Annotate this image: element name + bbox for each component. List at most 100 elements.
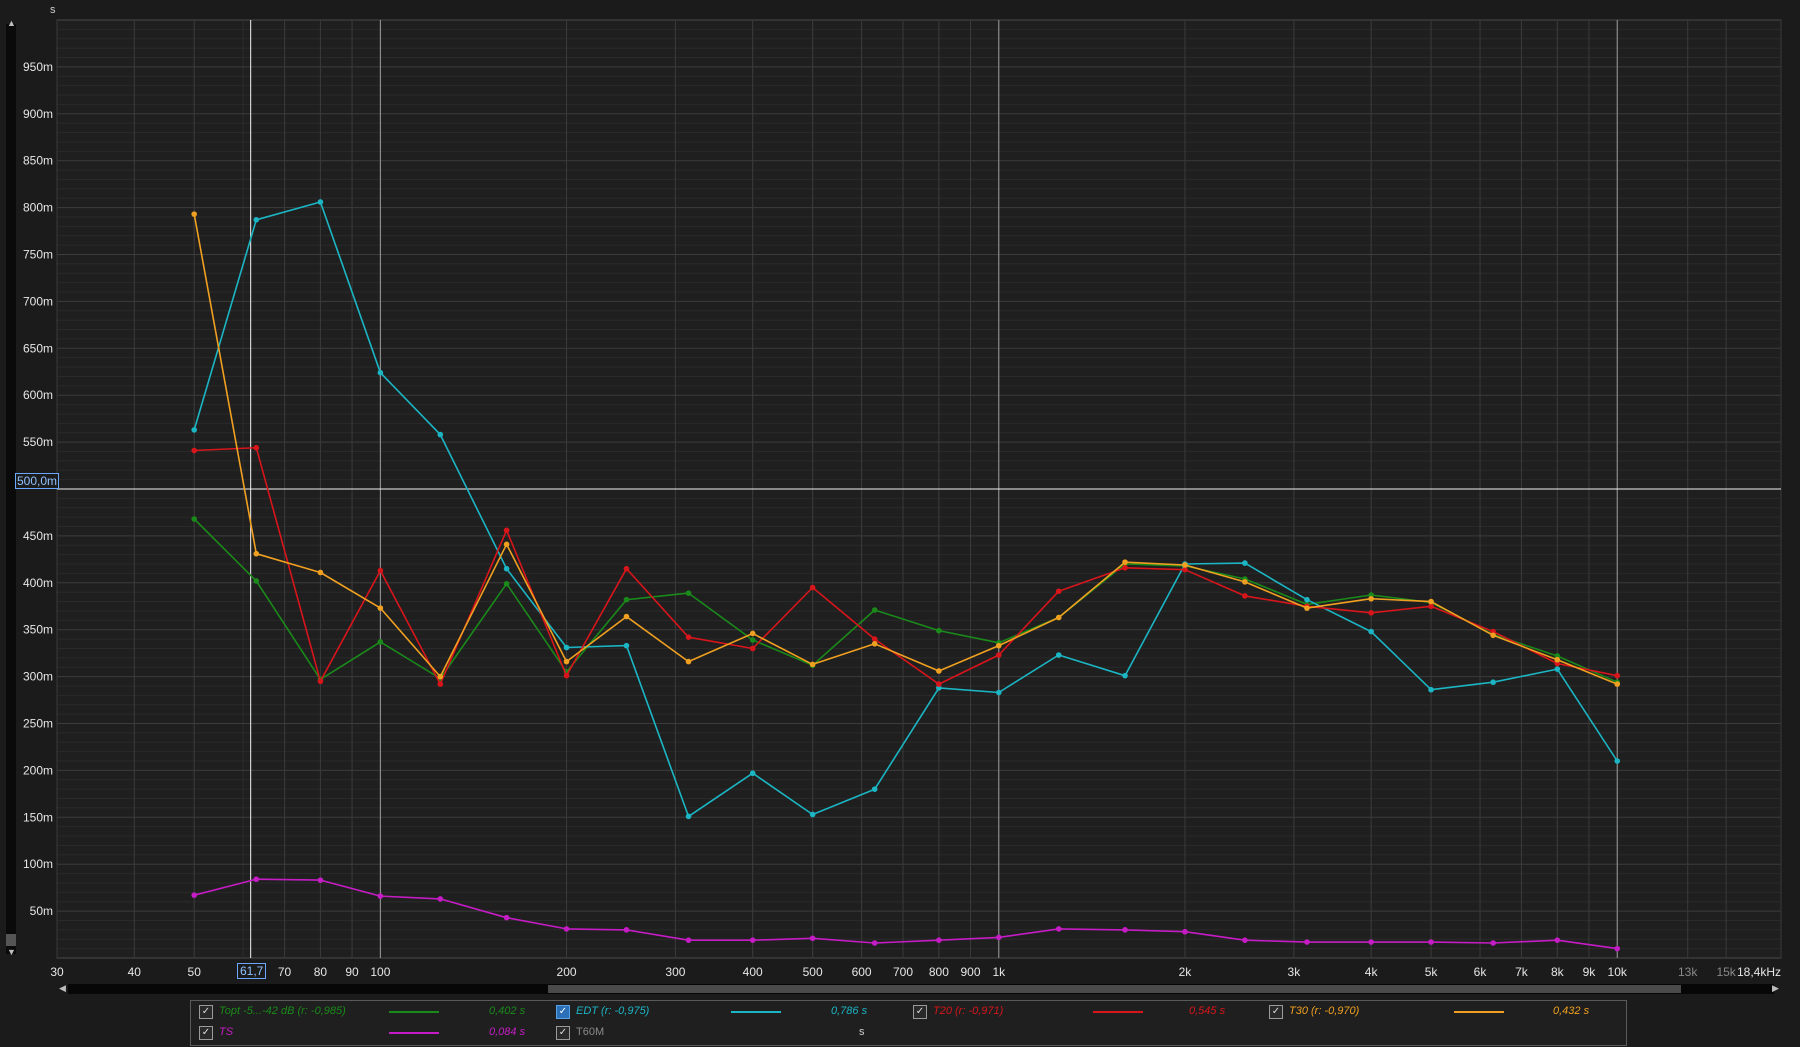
y-tick-label: 350m (23, 623, 53, 637)
data-point (437, 896, 444, 902)
data-point (503, 580, 510, 587)
data-point (685, 590, 692, 596)
data-point (623, 596, 630, 603)
data-point (1554, 666, 1561, 672)
data-point (1490, 940, 1496, 946)
data-point (1304, 939, 1310, 945)
x-tick-label: 4k (1365, 965, 1379, 979)
t60m-checkbox[interactable]: ✓ (556, 1026, 570, 1040)
data-point (377, 567, 384, 574)
data-point (809, 661, 816, 668)
data-point (563, 926, 570, 932)
cursor-x-readout: 61,7 (237, 963, 267, 979)
legend-item-t20: ✓ T20 (r: -0,971) 0,545 s (913, 1002, 1263, 1022)
data-point (1182, 928, 1188, 935)
data-point (503, 541, 510, 548)
legend-value: s (859, 1026, 865, 1038)
x-tick-label: 40 (128, 965, 142, 979)
topt-checkbox[interactable]: ✓ (199, 1005, 213, 1019)
data-point (253, 550, 260, 557)
data-point (1055, 614, 1062, 621)
x-tick-label: 300 (665, 965, 685, 979)
y-tick-label: 950m (23, 60, 53, 74)
x-tick-label: 90 (345, 965, 359, 979)
data-point (749, 637, 756, 643)
data-point (995, 652, 1002, 658)
data-point (871, 940, 878, 946)
x-tick-label: 3k (1288, 965, 1302, 979)
t30-checkbox[interactable]: ✓ (1269, 1005, 1283, 1019)
data-point (809, 935, 816, 942)
x-tick-label: 500 (803, 965, 823, 979)
data-point (317, 877, 324, 883)
legend-value: 0,084 s (489, 1026, 526, 1038)
legend-value: 0,786 s (831, 1005, 868, 1017)
x-tick-label: 100 (370, 965, 390, 979)
data-point (995, 689, 1002, 696)
legend-item-t30: ✓ T30 (r: -0,970) 0,432 s (1269, 1002, 1619, 1022)
data-point (749, 645, 756, 652)
data-point (1242, 593, 1248, 599)
scroll-right-arrow-icon[interactable]: ▶ (1772, 983, 1779, 994)
x-tick-label: 10k (1608, 965, 1628, 979)
x-tick-label: 1k (992, 965, 1006, 979)
data-point (685, 937, 692, 943)
data-point (1554, 937, 1561, 943)
legend-label: T30 (r: -0,970) (1289, 1005, 1360, 1017)
data-point (1122, 559, 1128, 565)
legend-swatch (389, 1011, 439, 1013)
legend-row-2: ✓ TS 0,084 s ✓ T60M s (191, 1023, 1626, 1043)
t20-checkbox[interactable]: ✓ (913, 1005, 927, 1019)
horizontal-scroll-thumb[interactable] (548, 985, 1681, 993)
data-point (191, 427, 197, 433)
data-point (871, 640, 878, 647)
data-point (623, 613, 630, 620)
data-point (1554, 656, 1561, 663)
x-tick-label: 7k (1515, 965, 1529, 979)
data-point (563, 672, 570, 679)
data-point (749, 937, 756, 943)
data-point (1490, 632, 1496, 639)
data-point (253, 444, 260, 451)
data-point (749, 630, 756, 637)
rt60-chart[interactable]: 50m 100m 150m 200m 250m 300m 350m 400m 450m 550m 6… (0, 0, 1800, 1000)
data-point (809, 811, 816, 818)
legend-label: T60M (576, 1026, 605, 1038)
legend-label: Topt -5...-42 dB (r: -0,985) (219, 1005, 346, 1017)
data-point (191, 211, 197, 217)
data-point (1428, 598, 1434, 605)
legend-item-topt: ✓ Topt -5...-42 dB (r: -0,985) 0,402 s (199, 1002, 544, 1022)
x-tick-label: 2k (1179, 965, 1193, 979)
data-point (936, 937, 942, 943)
legend-panel: ✓ Topt -5...-42 dB (r: -0,985) 0,402 s ✓… (190, 1000, 1627, 1046)
data-point (437, 431, 444, 438)
data-point (563, 644, 570, 651)
data-point (1182, 562, 1188, 568)
data-point (936, 681, 942, 687)
legend-swatch (731, 1011, 781, 1013)
data-point (253, 578, 260, 584)
edt-checkbox[interactable]: ✓ (556, 1005, 570, 1019)
legend-swatch (389, 1032, 439, 1034)
x-tick-label: 700 (893, 965, 913, 979)
data-point (1368, 939, 1374, 945)
y-tick-label: 750m (23, 248, 53, 262)
data-point (685, 658, 692, 665)
y-tick-label: 300m (23, 670, 53, 684)
data-point (623, 642, 630, 649)
x-tick-label: 5k (1425, 965, 1439, 979)
scroll-left-arrow-icon[interactable]: ◀ (59, 983, 66, 994)
data-point (563, 658, 570, 665)
data-point (623, 565, 630, 572)
data-point (1242, 560, 1248, 566)
data-point (1614, 672, 1621, 679)
data-point (623, 927, 630, 933)
legend-label: T20 (r: -0,971) (933, 1005, 1004, 1017)
y-tick-label: 900m (23, 107, 53, 121)
data-point (1055, 926, 1062, 932)
x-tick-label: 900 (960, 965, 980, 979)
data-point (1242, 937, 1248, 943)
data-point (936, 668, 942, 674)
ts-checkbox[interactable]: ✓ (199, 1026, 213, 1040)
y-tick-label: 550m (23, 435, 53, 449)
